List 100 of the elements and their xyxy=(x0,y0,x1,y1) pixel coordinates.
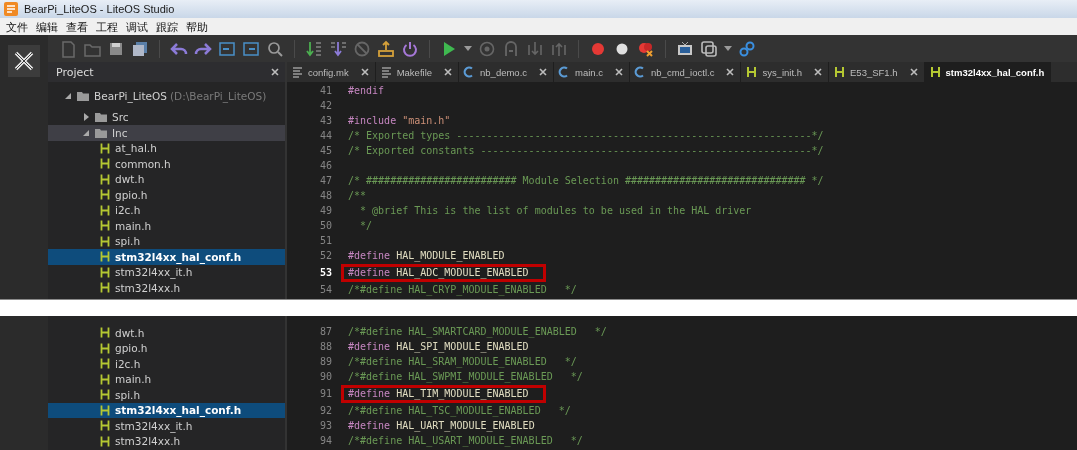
h-file-icon xyxy=(100,389,110,401)
code-line: #include "main.h" xyxy=(348,115,451,126)
tools-logo-icon[interactable] xyxy=(8,45,40,77)
tree-item[interactable]: dwt.h xyxy=(48,325,285,341)
editor-tab[interactable]: main.c xyxy=(554,62,631,82)
tree-item[interactable]: spi.h xyxy=(48,387,285,403)
line-number: 51 xyxy=(318,235,333,246)
h-file-icon xyxy=(100,282,110,294)
h-file-icon xyxy=(100,204,110,216)
close-icon[interactable] xyxy=(726,68,735,76)
menu-item[interactable]: 编辑 xyxy=(32,19,62,34)
tree-item[interactable]: gpio.h xyxy=(48,340,285,356)
line-number: 47 xyxy=(318,175,333,186)
h-file-icon xyxy=(100,251,110,263)
line-number: 46 xyxy=(318,160,333,171)
menu-item[interactable]: 工程 xyxy=(92,19,122,34)
line-number: 48 xyxy=(318,190,333,201)
upload-icon[interactable] xyxy=(376,38,396,59)
h-file-icon xyxy=(100,435,110,447)
tree-item[interactable]: stm32l4xx.h xyxy=(48,280,285,296)
h-file-icon xyxy=(745,65,759,79)
menu-item[interactable]: 文件 xyxy=(2,19,32,34)
folder-icon xyxy=(77,90,89,101)
tree-item[interactable]: stm32l4xx_hal_conf.h xyxy=(48,249,285,265)
menu-item[interactable]: 帮助 xyxy=(182,19,212,34)
code-line: /*#define HAL_USART_MODULE_ENABLED */ xyxy=(348,435,583,446)
tree-item[interactable]: gpio.h xyxy=(48,187,285,203)
panel-title: Project xyxy=(56,65,94,79)
tree-item[interactable]: stm32l4xx.h xyxy=(48,433,285,449)
tree-item[interactable]: BearPi_LiteOS (D:\BearPi_LiteOS) xyxy=(48,88,285,104)
folder-icon xyxy=(95,127,107,138)
line-number: 53 xyxy=(318,267,333,278)
code-line: #define HAL_MODULE_ENABLED xyxy=(348,250,505,261)
code-line: #define HAL_SPI_MODULE_ENABLED xyxy=(348,341,529,352)
tree-item[interactable]: Src xyxy=(48,109,285,125)
editor-tab[interactable]: nb_cmd_ioctl.c xyxy=(630,62,742,82)
code-line: #endif xyxy=(348,85,385,96)
line-number: 50 xyxy=(318,220,333,231)
close-icon[interactable] xyxy=(539,68,548,76)
line-number: 89 xyxy=(318,356,333,367)
editor-tab[interactable]: sys_init.h xyxy=(741,62,829,82)
line-number: 92 xyxy=(318,405,333,416)
menu-item[interactable]: 调试 xyxy=(122,19,152,34)
tree-item[interactable]: spi.h xyxy=(48,233,285,249)
code-line: /*#define HAL_SWPMI_MODULE_ENABLED */ xyxy=(348,371,583,382)
code-line: /*#define HAL_SMARTCARD_MODULE_ENABLED */ xyxy=(348,326,607,337)
menu-item[interactable]: 查看 xyxy=(62,19,92,34)
line-number: 49 xyxy=(318,205,333,216)
h-file-icon xyxy=(928,65,942,79)
line-number: 87 xyxy=(318,326,333,337)
line-number: 41 xyxy=(318,85,333,96)
expanded-arrow-icon[interactable] xyxy=(82,128,90,137)
tree-item[interactable]: Inc xyxy=(48,125,285,141)
tree-item[interactable]: common.h xyxy=(48,156,285,172)
editor-tab[interactable]: nb_demo.c xyxy=(459,62,555,82)
collapsed-arrow-icon[interactable] xyxy=(82,113,90,122)
tree-item[interactable]: main.h xyxy=(48,371,285,387)
tree-item[interactable]: i2c.h xyxy=(48,356,285,372)
h-file-icon xyxy=(100,158,110,170)
tree-item[interactable]: i2c.h xyxy=(48,202,285,218)
code-line: * @brief This is the list of modules to be used in the HAL driver xyxy=(359,205,752,216)
editor-tab[interactable]: config.mk xyxy=(287,62,376,82)
text-file-icon xyxy=(379,65,393,79)
editor-tab[interactable]: stm32l4xx_hal_conf.h xyxy=(924,62,1052,82)
line-number: 90 xyxy=(318,371,333,382)
close-icon[interactable] xyxy=(615,68,624,76)
close-icon[interactable] xyxy=(360,68,369,76)
h-file-icon xyxy=(100,266,110,278)
line-number: 93 xyxy=(318,420,333,431)
code-line: /* Exported constants -------------------------------------------------------*/ xyxy=(348,145,824,156)
code-line: /*#define HAL_CRYP_MODULE_ENABLED */ xyxy=(348,284,577,295)
h-file-icon xyxy=(100,404,110,416)
line-number: 43 xyxy=(318,115,333,126)
expanded-arrow-icon[interactable] xyxy=(64,91,72,100)
folder-icon xyxy=(95,112,107,123)
tree-item[interactable]: stm32l4xx_it.h xyxy=(48,264,285,280)
h-file-icon xyxy=(100,327,110,339)
line-number: 88 xyxy=(318,341,333,352)
menu-item[interactable]: 跟踪 xyxy=(152,19,182,34)
tree-item[interactable]: main.h xyxy=(48,218,285,234)
editor-tab[interactable]: Makefile xyxy=(375,62,460,82)
close-icon[interactable] xyxy=(271,68,279,76)
close-icon[interactable] xyxy=(814,68,822,76)
h-file-icon xyxy=(100,189,110,201)
line-number: 94 xyxy=(318,435,333,446)
copy-icon[interactable] xyxy=(699,38,719,59)
line-number: 42 xyxy=(318,100,333,111)
editor-tab[interactable]: E53_SF1.h xyxy=(829,62,925,82)
code-line: /** xyxy=(348,190,367,201)
tree-item[interactable]: at_hal.h xyxy=(48,140,285,156)
close-icon[interactable] xyxy=(444,68,453,76)
h-file-icon xyxy=(100,235,110,247)
tree-item[interactable]: stm32l4xx_it.h xyxy=(48,418,285,434)
close-icon[interactable] xyxy=(909,68,918,76)
h-file-icon xyxy=(100,173,110,185)
tree-item[interactable]: stm32l4xx_hal_conf.h xyxy=(48,402,285,418)
h-file-icon xyxy=(833,65,846,79)
tree-item[interactable]: dwt.h xyxy=(48,171,285,187)
h-file-icon xyxy=(100,358,110,370)
h-file-icon xyxy=(100,342,110,354)
